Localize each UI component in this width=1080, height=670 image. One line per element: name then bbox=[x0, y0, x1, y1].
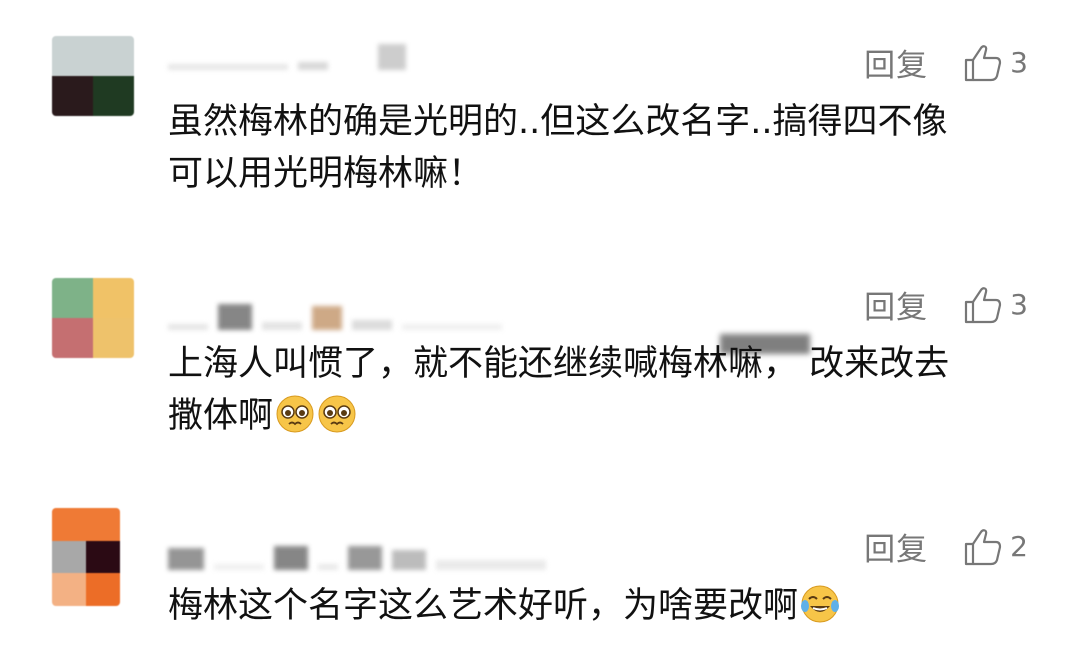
avatar-tile bbox=[93, 36, 134, 76]
like-button[interactable]: 2 bbox=[962, 526, 1028, 568]
avatar-tile bbox=[86, 540, 120, 574]
avatar-tile bbox=[93, 318, 134, 358]
comment-actions: 回复 3 bbox=[864, 282, 1028, 327]
comment-text: 上海人叫惯了，就不能还继续喊梅林嘛， 改来改去 撒体啊 bbox=[168, 338, 1038, 442]
username-redacted[interactable] bbox=[168, 540, 628, 570]
comment-text-line-with-emoji: 梅林这个名字这么艺术好听，为啥要改啊 bbox=[168, 580, 1038, 632]
username-redacted[interactable] bbox=[168, 300, 628, 330]
comment-actions: 回复 2 bbox=[864, 524, 1028, 569]
comment-text-line: 上海人叫惯了，就不能还继续喊梅林嘛， 改来改去 bbox=[168, 344, 950, 384]
reply-button[interactable]: 回复 bbox=[864, 524, 928, 569]
username-redacted[interactable] bbox=[168, 40, 628, 70]
comment-text-line-with-emoji: 撒体啊 bbox=[168, 390, 1038, 442]
comment-text-line: 可以用光明梅林嘛！ bbox=[168, 154, 484, 194]
thumbs-up-icon bbox=[965, 528, 1002, 565]
avatar-tile bbox=[52, 36, 93, 76]
pleading-face-icon bbox=[318, 395, 356, 433]
comment-text-segment: 梅林这个名字这么艺术好听，为啥要改啊 bbox=[168, 586, 799, 626]
comment-text-segment: 撒体啊 bbox=[168, 396, 274, 436]
tears-of-joy-icon bbox=[801, 585, 840, 623]
like-count: 2 bbox=[1010, 530, 1028, 563]
avatar-tile bbox=[52, 573, 86, 606]
pleading-face-icon bbox=[276, 395, 314, 433]
avatar[interactable] bbox=[52, 508, 120, 606]
like-count: 3 bbox=[1010, 288, 1028, 321]
avatar-tile bbox=[93, 76, 134, 116]
avatar-tile bbox=[86, 573, 120, 606]
avatar-tile bbox=[93, 278, 134, 318]
thumbs-up-icon bbox=[965, 286, 1002, 323]
avatar-tile bbox=[52, 508, 120, 541]
avatar[interactable] bbox=[52, 278, 134, 358]
comment-text: 虽然梅林的确是光明的..但这么改名字..搞得四不像 可以用光明梅林嘛！ bbox=[168, 96, 1038, 200]
reply-button[interactable]: 回复 bbox=[864, 282, 928, 327]
avatar-tile bbox=[52, 318, 93, 358]
comment-actions: 回复 3 bbox=[864, 40, 1028, 85]
avatar-tile bbox=[52, 278, 93, 318]
thumbs-up-icon bbox=[965, 44, 1002, 81]
avatar-tile bbox=[52, 76, 93, 116]
comment-text-line: 虽然梅林的确是光明的..但这么改名字..搞得四不像 bbox=[168, 102, 948, 142]
like-button[interactable]: 3 bbox=[962, 42, 1028, 84]
reply-button[interactable]: 回复 bbox=[864, 40, 928, 85]
avatar-tile bbox=[52, 540, 86, 574]
comment-text: 梅林这个名字这么艺术好听，为啥要改啊 bbox=[168, 580, 1038, 632]
like-button[interactable]: 3 bbox=[962, 284, 1028, 326]
avatar[interactable] bbox=[52, 36, 134, 116]
like-count: 3 bbox=[1010, 46, 1028, 79]
